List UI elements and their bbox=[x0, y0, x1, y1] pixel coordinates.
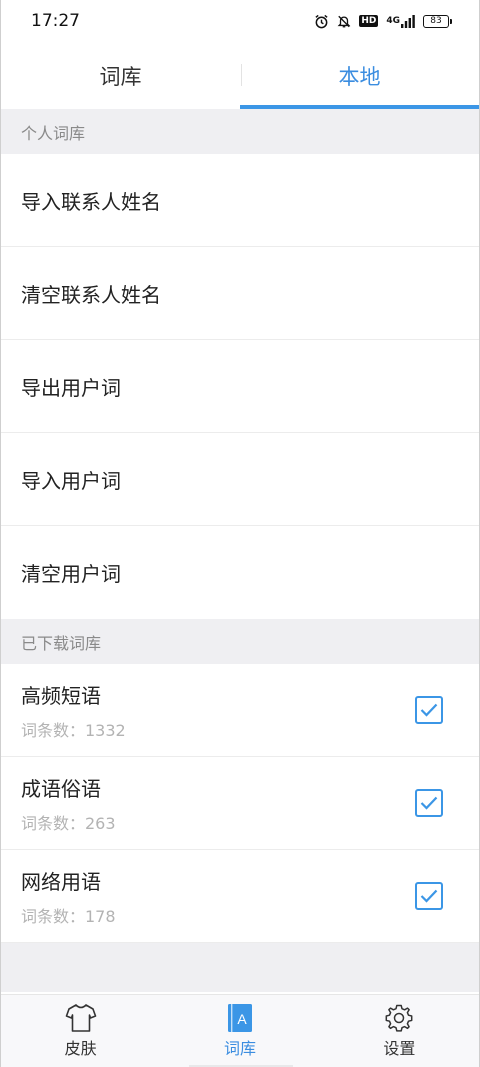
nav-dictionary-label: 词库 bbox=[223, 1039, 256, 1058]
clear-contacts-item[interactable]: 清空联系人姓名 bbox=[1, 247, 479, 340]
svg-text:A: A bbox=[237, 1011, 247, 1027]
bottom-nav: 皮肤 A 词库 设置 bbox=[1, 994, 479, 1067]
dict-name: 成语俗语 bbox=[21, 776, 101, 801]
tab-local[interactable]: 本地 bbox=[240, 42, 479, 109]
dict-checkbox[interactable] bbox=[415, 789, 443, 817]
list-footer-spacer bbox=[1, 943, 479, 992]
hd-icon: HD bbox=[359, 15, 379, 27]
dict-checkbox[interactable] bbox=[415, 882, 443, 910]
tab-dictionary[interactable]: 词库 bbox=[1, 42, 240, 109]
check-icon bbox=[420, 889, 438, 903]
personal-list: 导入联系人姓名 清空联系人姓名 导出用户词 导入用户词 清空用户词 bbox=[1, 154, 479, 619]
check-icon bbox=[420, 796, 438, 810]
bell-off-icon bbox=[337, 14, 351, 29]
dictionary-icon: A bbox=[227, 1004, 252, 1032]
battery-icon: 83 bbox=[423, 14, 452, 28]
nav-dictionary[interactable]: A 词库 bbox=[160, 995, 319, 1067]
list-item[interactable]: 高频短语 词条数：1332 bbox=[1, 664, 479, 757]
dict-count: 词条数：263 bbox=[21, 813, 116, 833]
signal-icon: 4G bbox=[386, 14, 415, 28]
dict-text: 成语俗语 词条数：263 bbox=[21, 773, 116, 834]
status-icons: HD 4G 83 bbox=[314, 14, 452, 29]
list-item[interactable]: 网络用语 词条数：178 bbox=[1, 850, 479, 943]
status-bar: 17:27 HD 4G 83 bbox=[1, 0, 479, 42]
dict-text: 网络用语 词条数：178 bbox=[21, 866, 116, 927]
status-time: 17:27 bbox=[31, 11, 80, 31]
dict-count: 词条数：178 bbox=[21, 906, 116, 926]
import-user-words-item[interactable]: 导入用户词 bbox=[1, 433, 479, 526]
import-contacts-item[interactable]: 导入联系人姓名 bbox=[1, 154, 479, 247]
shirt-icon bbox=[65, 1004, 96, 1032]
nav-settings[interactable]: 设置 bbox=[320, 995, 479, 1067]
check-icon bbox=[420, 703, 438, 717]
dict-name: 高频短语 bbox=[21, 683, 101, 708]
tab-bar: 词库 本地 bbox=[1, 42, 479, 109]
list-item[interactable]: 成语俗语 词条数：263 bbox=[1, 757, 479, 850]
dict-count: 词条数：1332 bbox=[21, 720, 126, 740]
dict-name: 网络用语 bbox=[21, 869, 101, 894]
nav-skin-label: 皮肤 bbox=[64, 1039, 97, 1058]
clear-user-words-item[interactable]: 清空用户词 bbox=[1, 526, 479, 619]
section-header-personal: 个人词库 bbox=[1, 109, 479, 154]
section-header-downloaded: 已下载词库 bbox=[1, 619, 479, 664]
downloaded-list: 高频短语 词条数：1332 成语俗语 词条数：263 网络用语 词条数：178 bbox=[1, 664, 479, 943]
nav-skin[interactable]: 皮肤 bbox=[1, 995, 160, 1067]
dict-text: 高频短语 词条数：1332 bbox=[21, 680, 126, 741]
network-type: 4G bbox=[386, 15, 400, 26]
dict-checkbox[interactable] bbox=[415, 696, 443, 724]
nav-settings-label: 设置 bbox=[383, 1039, 416, 1058]
gear-icon bbox=[385, 1004, 413, 1032]
alarm-icon bbox=[314, 14, 329, 29]
export-user-words-item[interactable]: 导出用户词 bbox=[1, 340, 479, 433]
